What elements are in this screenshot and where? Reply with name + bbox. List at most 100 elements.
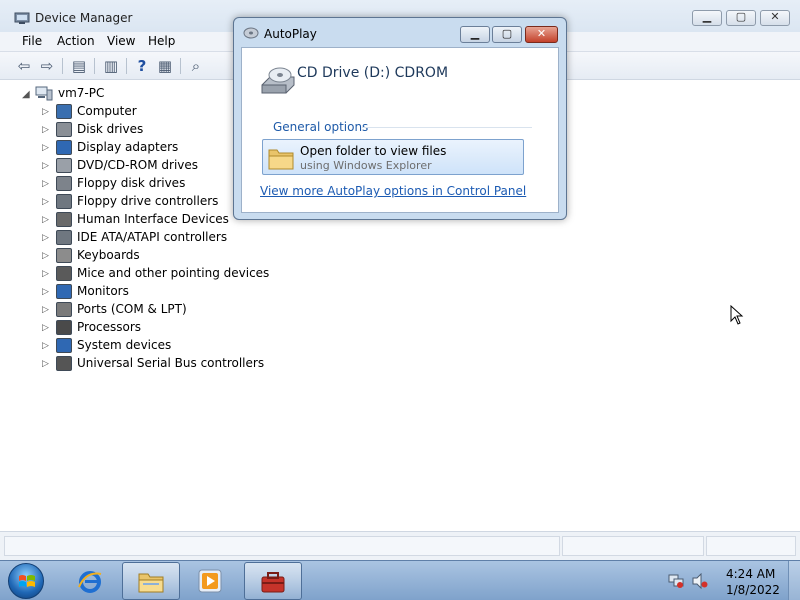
show-desktop-button[interactable] [788,561,800,600]
tree-item-label: Disk drives [77,122,144,136]
maximize-icon: ▢ [501,27,513,40]
mouse-icon [56,266,72,281]
taskbar-internet-explorer[interactable] [62,562,120,600]
status-segment [562,536,704,556]
status-segment [706,536,796,556]
expand-icon[interactable]: ▷ [42,269,50,279]
close-icon: ✕ [770,10,780,23]
open-folder-option[interactable]: Open folder to view files using Windows … [262,139,524,175]
console-tree-icon[interactable]: ▤ [70,57,88,75]
expand-icon[interactable]: ▷ [42,107,50,117]
usb-icon [56,356,72,371]
display-adapter-icon [56,140,72,155]
collapse-icon[interactable]: ◢ [22,89,30,100]
expand-icon[interactable]: ▷ [42,161,50,171]
expand-icon[interactable]: ▷ [42,179,50,189]
mouse-cursor-icon [730,305,744,325]
properties-icon[interactable]: ▥ [102,57,120,75]
autoplay-titlebar[interactable]: AutoPlay ▁ ▢ ✕ [234,18,566,46]
device-manager-icon [261,572,285,593]
expand-icon[interactable]: ▷ [42,323,50,333]
autoplay-dialog: AutoPlay ▁ ▢ ✕ CD Drive (D:) CDROM Gener… [233,17,567,220]
expand-icon[interactable]: ▷ [42,143,50,153]
cd-drive-icon [261,67,295,94]
monitor-icon [56,284,72,299]
tree-item-label: System devices [77,338,172,352]
port-icon [56,302,72,317]
floppy-controller-icon [56,194,72,209]
start-button[interactable] [8,563,44,599]
help-icon[interactable]: ? [133,57,151,75]
expand-icon[interactable]: ▷ [42,251,50,261]
dvd-drive-icon [56,158,72,173]
tree-item-label: DVD/CD-ROM drives [77,158,199,172]
toolbar-separator [180,58,181,74]
menu-action[interactable]: Action [57,34,95,48]
expand-icon[interactable]: ▷ [42,287,50,297]
tree-item-label: Monitors [77,284,129,298]
minimize-icon: ▁ [702,10,712,23]
maximize-button[interactable]: ▢ [726,10,756,26]
minimize-button[interactable]: ▁ [692,10,722,26]
floppy-disk-icon [56,176,72,191]
internet-explorer-icon [78,571,102,593]
expand-icon[interactable]: ▷ [42,125,50,135]
window-title: Device Manager [35,11,133,25]
maximize-icon: ▢ [735,10,747,23]
tree-item-label: Floppy disk drives [77,176,186,190]
expand-icon[interactable]: ▷ [42,341,50,351]
taskbar-media-player[interactable] [182,562,240,600]
keyboard-icon [56,248,72,263]
status-bar [0,531,800,560]
expand-icon[interactable]: ▷ [42,215,50,225]
scan-hardware-icon[interactable]: ⌕ [187,57,205,75]
menu-file[interactable]: File [22,34,42,48]
tree-item-label: Human Interface Devices [77,212,229,226]
network-icon[interactable] [668,573,684,589]
toolbar-separator [62,58,63,74]
device-name: CD Drive (D:) CDROM [297,65,449,81]
close-button[interactable]: ✕ [760,10,790,26]
status-segment [4,536,560,556]
processor-icon [56,320,72,335]
minimize-icon: ▁ [470,27,480,40]
menu-help[interactable]: Help [148,34,175,48]
forward-arrow-icon[interactable]: ⇨ [38,57,56,75]
autoplay-close-button[interactable]: ✕ [525,26,558,43]
tree-item-label: Processors [77,320,142,334]
windows-logo-icon [19,575,35,587]
taskbar-device-manager[interactable] [244,562,302,600]
toolbar-separator [94,58,95,74]
taskbar: 4:24 AM 1/8/2022 [0,560,800,600]
view-icon[interactable]: ▦ [156,57,174,75]
back-arrow-icon[interactable]: ⇦ [15,57,33,75]
tree-item-label: Mice and other pointing devices [77,266,270,280]
hid-icon [56,212,72,227]
taskbar-windows-explorer[interactable] [122,562,180,600]
folder-icon [268,149,294,170]
autoplay-minimize-button[interactable]: ▁ [460,26,490,43]
media-player-icon [198,569,222,593]
expand-icon[interactable]: ▷ [42,233,50,243]
autoplay-maximize-button[interactable]: ▢ [492,26,522,43]
expand-icon[interactable]: ▷ [42,359,50,369]
windows-explorer-icon [138,573,164,593]
section-divider [362,127,532,128]
clock-time[interactable]: 4:24 AM [726,567,775,581]
tree-item-label: Ports (COM & LPT) [77,302,187,316]
section-heading: General options [273,120,369,134]
volume-muted-icon[interactable] [692,573,708,589]
tree-item-label: Universal Serial Bus controllers [77,356,265,370]
clock-date[interactable]: 1/8/2022 [726,583,780,597]
device-manager-icon [14,12,30,24]
menu-view[interactable]: View [107,34,135,48]
expand-icon[interactable]: ▷ [42,197,50,207]
tree-item-label: Keyboards [77,248,140,262]
expand-icon[interactable]: ▷ [42,305,50,315]
control-panel-link[interactable]: View more AutoPlay options in Control Pa… [260,184,526,198]
computer-icon [35,86,53,101]
tree-item-label: IDE ATA/ATAPI controllers [77,230,228,244]
disk-drive-icon [56,122,72,137]
autoplay-title: AutoPlay [264,27,317,41]
computer-icon [56,104,72,119]
